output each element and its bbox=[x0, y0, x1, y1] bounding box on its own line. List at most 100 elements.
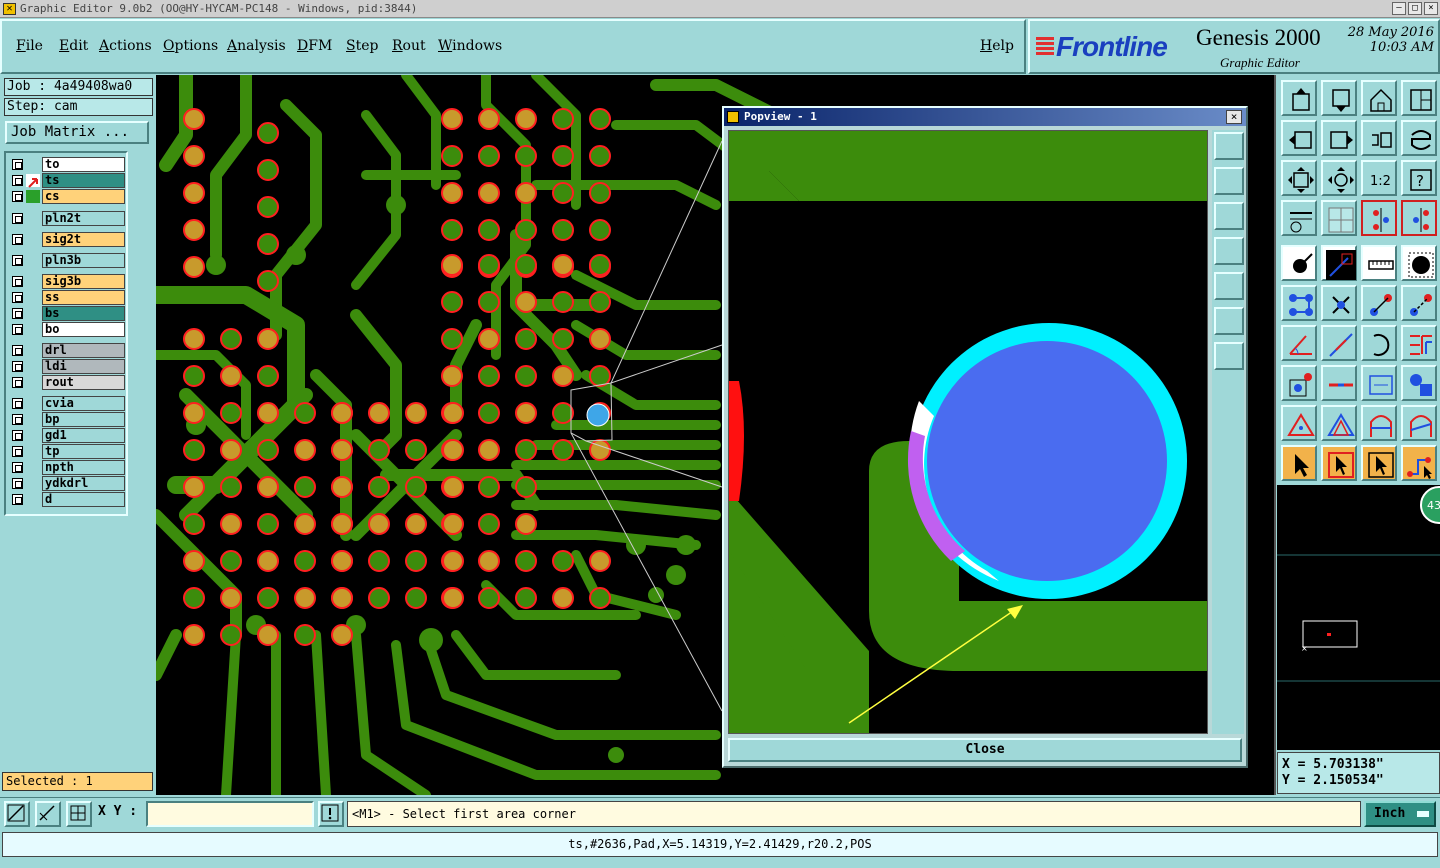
layer-name[interactable]: npth bbox=[42, 460, 125, 475]
pcb-pad[interactable] bbox=[257, 270, 279, 292]
pcb-pad[interactable] bbox=[589, 365, 611, 387]
menu-actions[interactable]: Actions bbox=[99, 38, 152, 54]
layer-checkbox[interactable] bbox=[12, 234, 23, 245]
pan-right-icon[interactable] bbox=[1321, 120, 1357, 156]
layer-name[interactable]: bp bbox=[42, 412, 125, 427]
pcb-pad[interactable] bbox=[478, 182, 500, 204]
pcb-pad[interactable] bbox=[552, 550, 574, 572]
popview-image[interactable] bbox=[728, 130, 1208, 734]
layer-checkbox[interactable] bbox=[12, 345, 23, 356]
pcb-pad[interactable] bbox=[183, 145, 205, 167]
minimap[interactable]: × 43 bbox=[1277, 485, 1440, 750]
pcb-pad[interactable] bbox=[220, 550, 242, 572]
close-window-button[interactable]: × bbox=[1424, 2, 1438, 15]
center-icon[interactable] bbox=[1321, 160, 1357, 196]
layer-row-drl[interactable]: drl bbox=[8, 343, 126, 358]
pcb-pad[interactable] bbox=[183, 587, 205, 609]
popview-pan-left-icon[interactable] bbox=[1214, 237, 1244, 265]
pcb-pad[interactable] bbox=[183, 624, 205, 646]
help-icon[interactable]: ? bbox=[1401, 160, 1437, 196]
pcb-pad[interactable] bbox=[442, 439, 464, 461]
pcb-pad[interactable] bbox=[294, 402, 316, 424]
layer-stack-icon[interactable] bbox=[1361, 200, 1397, 236]
pcb-pad[interactable] bbox=[515, 108, 537, 130]
pcb-pad[interactable] bbox=[441, 145, 463, 167]
pcb-pad[interactable] bbox=[294, 624, 316, 646]
pcb-pad[interactable] bbox=[183, 476, 205, 498]
menu-windows[interactable]: Windows bbox=[438, 38, 502, 54]
pcb-pad[interactable] bbox=[257, 196, 279, 218]
layer-name[interactable]: pln2t bbox=[42, 211, 125, 226]
move-down-icon[interactable] bbox=[1321, 80, 1357, 116]
layer-name[interactable]: ts bbox=[42, 173, 125, 188]
pcb-pad[interactable] bbox=[441, 254, 463, 276]
pcb-pad[interactable] bbox=[441, 365, 463, 387]
pcb-pad[interactable] bbox=[552, 402, 574, 424]
layer-name[interactable]: pln3b bbox=[42, 253, 125, 268]
layer-color-swatch[interactable] bbox=[26, 174, 40, 188]
pcb-pad[interactable] bbox=[183, 550, 205, 572]
pcb-pad[interactable] bbox=[478, 219, 500, 241]
layer-checkbox[interactable] bbox=[12, 213, 23, 224]
pcb-pad[interactable] bbox=[331, 624, 353, 646]
pcb-pad[interactable] bbox=[478, 476, 500, 498]
home-icon[interactable] bbox=[1361, 80, 1397, 116]
layer-checkbox[interactable] bbox=[12, 191, 23, 202]
pcb-pad[interactable] bbox=[220, 587, 242, 609]
menu-options[interactable]: Options bbox=[163, 38, 218, 54]
layer-row-cs[interactable]: cs bbox=[8, 189, 126, 204]
pcb-pad[interactable] bbox=[589, 550, 611, 572]
pcb-pad[interactable] bbox=[589, 219, 611, 241]
layer-checkbox[interactable] bbox=[12, 494, 23, 505]
pcb-pad[interactable] bbox=[220, 624, 242, 646]
pcb-pad[interactable] bbox=[515, 587, 537, 609]
pcb-pad[interactable] bbox=[515, 291, 537, 313]
split-icon[interactable] bbox=[1401, 325, 1437, 361]
layer-row-sig2t[interactable]: sig2t bbox=[8, 232, 126, 247]
layer-name[interactable]: ydkdrl bbox=[42, 476, 125, 491]
pcb-pad[interactable] bbox=[331, 402, 353, 424]
layer-row-bo[interactable]: bo bbox=[8, 322, 126, 337]
arc-icon[interactable] bbox=[1361, 325, 1397, 361]
pan-left-icon[interactable] bbox=[1281, 120, 1317, 156]
pcb-pad[interactable] bbox=[294, 439, 316, 461]
popview-zoom-out-icon[interactable] bbox=[1214, 307, 1244, 335]
menu-step[interactable]: Step bbox=[346, 38, 378, 54]
connect-icon[interactable] bbox=[1361, 285, 1397, 321]
redraw-icon[interactable] bbox=[1401, 120, 1437, 156]
select-box-icon[interactable] bbox=[1321, 445, 1357, 481]
pcb-pad[interactable] bbox=[405, 439, 427, 461]
pcb-pad[interactable] bbox=[183, 328, 205, 350]
popview-pan-up-icon[interactable] bbox=[1214, 167, 1244, 195]
layer-row-d[interactable]: d bbox=[8, 492, 126, 507]
pcb-pad[interactable] bbox=[257, 587, 279, 609]
minimize-button[interactable]: – bbox=[1392, 2, 1406, 15]
pcb-pad[interactable] bbox=[441, 219, 463, 241]
pcb-pad[interactable] bbox=[478, 402, 500, 424]
pcb-pad[interactable] bbox=[368, 587, 390, 609]
layer-row-to[interactable]: to bbox=[8, 157, 126, 172]
layer-name[interactable]: to bbox=[42, 157, 125, 172]
popview-zoom-in-icon[interactable] bbox=[1214, 342, 1244, 370]
pcb-pad[interactable] bbox=[478, 513, 500, 535]
ruler-icon[interactable] bbox=[1361, 245, 1397, 281]
pcb-pad[interactable] bbox=[294, 550, 316, 572]
break-icon[interactable] bbox=[1321, 365, 1357, 401]
menu-dfm[interactable]: DFM bbox=[297, 38, 332, 54]
measure-icon[interactable] bbox=[35, 801, 61, 827]
pcb-pad[interactable] bbox=[183, 402, 205, 424]
fit-icon[interactable] bbox=[1281, 160, 1317, 196]
pcb-pad[interactable] bbox=[183, 219, 205, 241]
pcb-pad[interactable] bbox=[515, 182, 537, 204]
menu-edit[interactable]: Edit bbox=[59, 38, 88, 54]
pcb-pad[interactable] bbox=[368, 476, 390, 498]
layer-name[interactable]: drl bbox=[42, 343, 125, 358]
arch-icon[interactable] bbox=[1361, 405, 1397, 441]
connect-alt-icon[interactable] bbox=[1401, 285, 1437, 321]
pcb-pad[interactable] bbox=[220, 476, 242, 498]
pcb-pad[interactable] bbox=[442, 476, 464, 498]
pcb-pad[interactable] bbox=[515, 476, 537, 498]
angle-icon[interactable] bbox=[1281, 325, 1317, 361]
measure-box-icon[interactable] bbox=[1361, 365, 1397, 401]
pcb-pad[interactable] bbox=[589, 108, 611, 130]
